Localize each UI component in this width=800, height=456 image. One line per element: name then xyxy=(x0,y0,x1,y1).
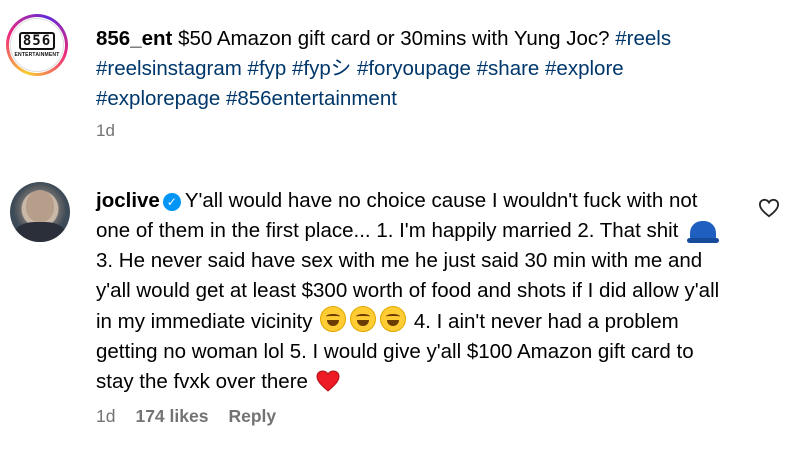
avatar-shirt xyxy=(14,222,66,242)
hashtag[interactable]: #explore xyxy=(545,57,624,80)
blue-cap-emoji-icon xyxy=(687,221,720,243)
laughing-emoji-icon xyxy=(380,306,407,332)
reply-button[interactable]: Reply xyxy=(228,406,276,427)
caption-text: 856_ent $50 Amazon gift card or 30mins w… xyxy=(96,24,766,114)
avatar-head xyxy=(26,190,54,222)
red-heart-emoji-icon xyxy=(316,370,340,392)
laughing-emoji-icon xyxy=(350,306,377,332)
comment-meta: 1d 174 likes Reply xyxy=(96,406,276,427)
like-heart-icon[interactable] xyxy=(758,198,780,218)
verified-badge-icon: ✓ xyxy=(162,193,181,211)
hashtag[interactable]: #fyp xyxy=(248,57,287,80)
laughing-emoji-icon xyxy=(320,306,347,332)
caption-username[interactable]: 856_ent xyxy=(96,27,172,50)
hashtag[interactable]: #856entertainment xyxy=(226,87,397,110)
comment-block: joclive ✓ Y'all would have no choice cause… xyxy=(0,172,800,456)
caption-body: $50 Amazon gift card or 30mins with Yung… xyxy=(178,27,610,50)
comment-username[interactable]: joclive xyxy=(96,189,160,212)
hashtag[interactable]: #explorepage xyxy=(96,87,220,110)
caption-timestamp: 1d xyxy=(96,121,115,140)
hashtag[interactable]: #fypシ xyxy=(292,57,351,80)
avatar-inner: 856 ENTERTAINMENT xyxy=(9,17,65,73)
caption-block: 856 ENTERTAINMENT 856_ent $50 Amazon gif… xyxy=(0,0,800,160)
comment-likes[interactable]: 174 likes xyxy=(135,406,208,427)
logo-subtext: ENTERTAINMENT xyxy=(14,52,60,58)
hashtag[interactable]: #share xyxy=(477,57,540,80)
hashtag[interactable]: #foryoupage xyxy=(357,57,471,80)
hashtag[interactable]: #reelsinstagram xyxy=(96,57,242,80)
comment-text: joclive ✓ Y'all would have no choice cause… xyxy=(96,186,736,397)
author-avatar[interactable]: 856 ENTERTAINMENT xyxy=(6,14,68,76)
hashtag[interactable]: #reels xyxy=(615,27,671,50)
comment-body-part1: Y'all would have no choice cause I would… xyxy=(96,189,698,242)
commenter-avatar[interactable] xyxy=(10,182,70,242)
comment-timestamp: 1d xyxy=(96,406,116,426)
logo-number: 856 xyxy=(18,32,56,50)
856-logo: 856 ENTERTAINMENT xyxy=(10,18,64,72)
